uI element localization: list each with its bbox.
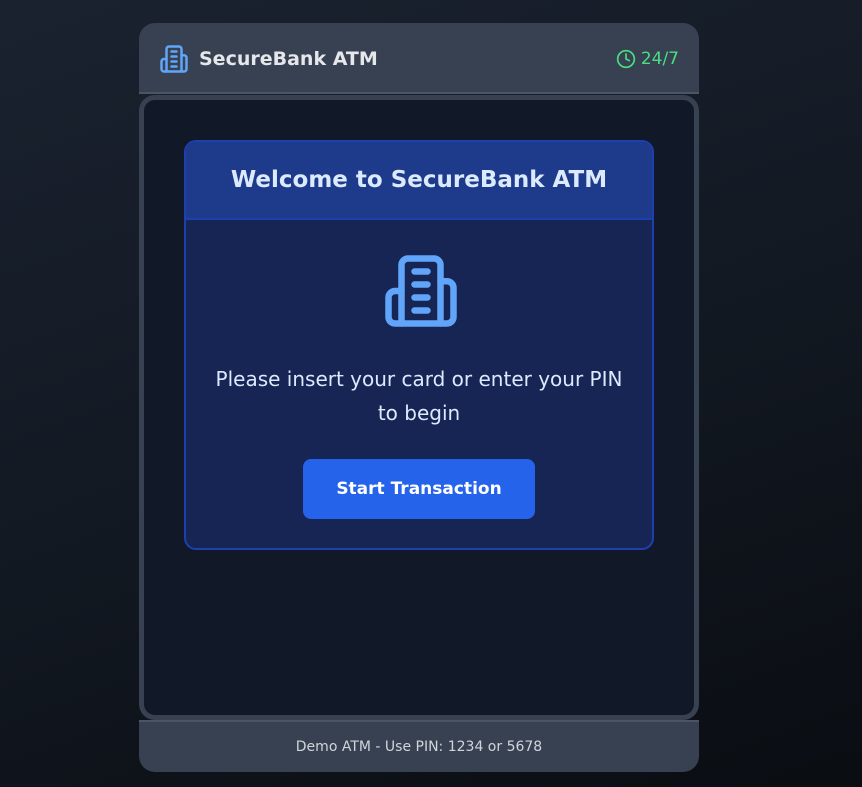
brand-title: SecureBank ATM (199, 48, 378, 70)
availability-status: 24/7 (616, 47, 679, 71)
clock-icon (616, 49, 635, 69)
start-transaction-button[interactable]: Start Transaction (303, 459, 535, 519)
bank-building-icon (160, 45, 188, 73)
demo-pin-hint: Demo ATM - Use PIN: 1234 or 5678 (295, 739, 543, 755)
atm-header: SecureBank ATM 24/7 (139, 23, 699, 94)
atm-frame: SecureBank ATM 24/7 Welcome to SecureBan… (139, 23, 699, 772)
welcome-card: Welcome to SecureBank ATM Please insert … (184, 140, 654, 550)
welcome-prompt: Please insert your card or enter your PI… (215, 367, 623, 425)
atm-screen: Welcome to SecureBank ATM Please insert … (139, 95, 699, 720)
atm-footer: Demo ATM - Use PIN: 1234 or 5678 (139, 720, 699, 772)
status-text: 24/7 (640, 49, 679, 69)
welcome-card-header: Welcome to SecureBank ATM (186, 142, 652, 220)
welcome-title: Welcome to SecureBank ATM (230, 167, 608, 193)
bank-building-icon (385, 255, 457, 327)
